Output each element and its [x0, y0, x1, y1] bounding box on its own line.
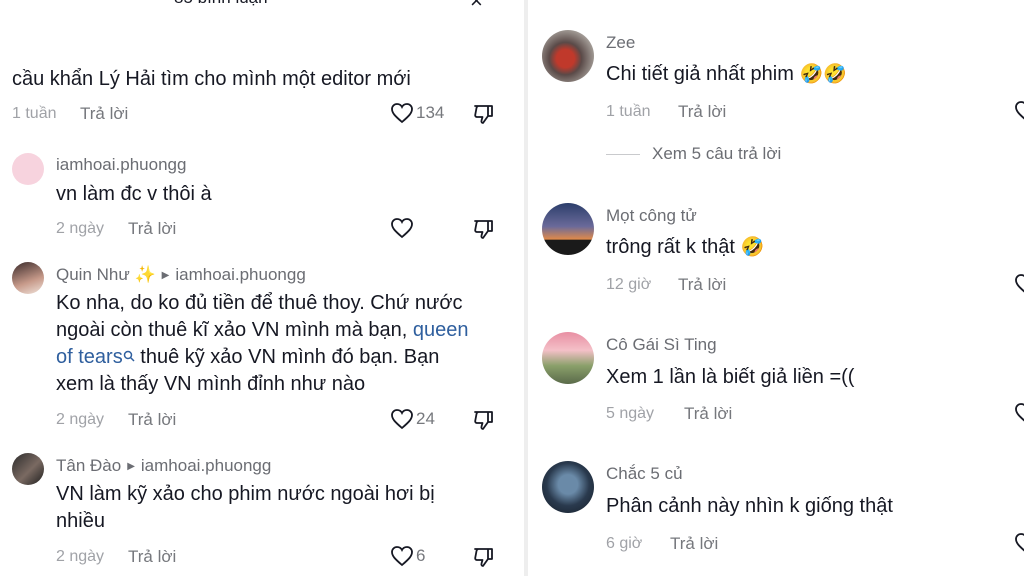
divider-line	[606, 153, 640, 155]
comment-time: 1 tuần	[12, 105, 57, 122]
avatar[interactable]	[542, 332, 594, 384]
comment-username[interactable]: Chắc 5 củ	[606, 464, 683, 484]
like-count: 24	[416, 409, 435, 428]
comment-text: Chi tiết giả nhất phim 🤣🤣	[606, 61, 847, 88]
comment-text-part: ngoài còn thuê kĩ xảo VN mình mà bạn,	[56, 319, 413, 341]
comment-time: 12 giờ	[606, 276, 652, 293]
comment-time: 1 tuần	[606, 103, 651, 120]
comments-panel-right: Zee Chi tiết giả nhất phim 🤣🤣 1 tuần Trả…	[528, 0, 1024, 576]
comments-panel-left: 85 bình luận × cầu khẩn Lý Hải tìm cho m…	[0, 0, 524, 576]
thumbs-down-icon[interactable]	[472, 408, 496, 432]
search-link[interactable]: of tears	[56, 346, 123, 368]
username-text: Tân Đào	[56, 456, 122, 475]
comment-text-line: nhiều	[56, 510, 105, 532]
comment-text-part: thuê kỹ xảo VN mình đó bạn. Bạn	[134, 346, 440, 368]
heart-outline-icon[interactable]	[1014, 273, 1024, 295]
comment-text: trông rất k thật 🤣	[606, 234, 764, 261]
like-button[interactable]: 6	[390, 545, 425, 567]
comment-username[interactable]: Quin Như ✨ ▶ iamhoai.phuongg	[56, 265, 306, 285]
reply-button[interactable]: Trả lời	[678, 275, 726, 295]
magnifier-icon[interactable]	[123, 350, 135, 362]
reply-button[interactable]: Trả lời	[670, 534, 718, 554]
thumbs-down-icon[interactable]	[472, 545, 496, 569]
heart-outline-icon	[391, 546, 413, 567]
search-link[interactable]: queen	[413, 319, 469, 341]
rofl-emoji: 🤣	[740, 236, 765, 258]
comment-time: 2 ngày	[56, 411, 105, 428]
comment-username[interactable]: Cô Gái Sì Ting	[606, 335, 717, 355]
reply-to-username[interactable]: iamhoai.phuongg	[141, 456, 271, 475]
reply-to-username[interactable]: iamhoai.phuongg	[175, 265, 305, 284]
view-replies-label: Xem 5 câu trả lời	[652, 144, 782, 163]
avatar[interactable]	[12, 153, 44, 185]
reply-arrow-icon: ▶	[127, 461, 135, 472]
like-count: 6	[416, 546, 426, 565]
reply-button[interactable]: Trả lời	[128, 547, 176, 567]
heart-outline-icon[interactable]	[1014, 100, 1024, 122]
comment-text-line: xem là thấy VN mình đỉnh như nào	[56, 373, 366, 395]
heart-outline-icon	[391, 218, 413, 239]
comment-username[interactable]: iamhoai.phuongg	[56, 155, 186, 175]
comment-text: cầu khẩn Lý Hải tìm cho mình một editor …	[12, 68, 411, 90]
reply-button[interactable]: Trả lời	[128, 219, 176, 239]
heart-outline-icon	[391, 103, 413, 124]
heart-outline-icon[interactable]	[1014, 402, 1024, 424]
comment-text: vn làm đc v thôi à	[56, 183, 212, 205]
comment-username[interactable]: Tân Đào ▶ iamhoai.phuongg	[56, 456, 271, 476]
reply-arrow-icon: ▶	[161, 270, 170, 281]
reply-button[interactable]: Trả lời	[80, 104, 128, 124]
comment-time: 6 giờ	[606, 535, 643, 552]
avatar[interactable]	[12, 262, 44, 294]
avatar[interactable]	[12, 453, 44, 485]
like-button[interactable]: 134	[390, 102, 444, 124]
reply-button[interactable]: Trả lời	[128, 410, 176, 430]
heart-outline-icon	[391, 409, 413, 430]
heart-outline-icon[interactable]	[1014, 532, 1024, 554]
comment-text-part: trông rất k thật	[606, 236, 735, 258]
comment-username[interactable]: Mọt công tử	[606, 206, 697, 226]
comment-text-line: of tears thuê kỹ xảo VN mình đó bạn. Bạn	[56, 344, 439, 371]
comment-text: Phân cảnh này nhìn k giống thật	[606, 495, 893, 517]
comment-text: Xem 1 lần là biết giả liền =((	[606, 366, 855, 388]
reply-button[interactable]: Trả lời	[678, 102, 726, 122]
avatar[interactable]	[542, 30, 594, 82]
comment-text-line: VN làm kỹ xảo cho phim nước ngoài hơi bị	[56, 483, 435, 505]
comment-text-part: Chi tiết giả nhất phim	[606, 63, 794, 85]
thumbs-down-icon[interactable]	[472, 102, 496, 126]
comment-time: 2 ngày	[56, 548, 105, 565]
comment-time: 2 ngày	[56, 220, 105, 237]
reply-button[interactable]: Trả lời	[684, 404, 732, 424]
comment-username[interactable]: Zee	[606, 33, 635, 53]
username-text: Quin Như ✨	[56, 265, 156, 284]
view-replies-button[interactable]: Xem 5 câu trả lời	[606, 144, 781, 164]
comments-header-title: 85 bình luận	[174, 0, 268, 8]
comment-text-line: ngoài còn thuê kĩ xảo VN mình mà bạn, qu…	[56, 317, 469, 344]
avatar[interactable]	[542, 461, 594, 513]
close-icon[interactable]: ×	[470, 0, 483, 14]
rofl-emoji: 🤣🤣	[799, 63, 847, 85]
avatar[interactable]	[542, 203, 594, 255]
thumbs-down-icon[interactable]	[472, 217, 496, 241]
like-button[interactable]	[390, 217, 414, 239]
comment-time: 5 ngày	[606, 405, 655, 422]
like-count: 134	[416, 103, 445, 122]
like-button[interactable]: 24	[390, 408, 435, 430]
comment-text-line: Ko nha, do ko đủ tiền để thuê thoy. Chứ …	[56, 292, 463, 314]
